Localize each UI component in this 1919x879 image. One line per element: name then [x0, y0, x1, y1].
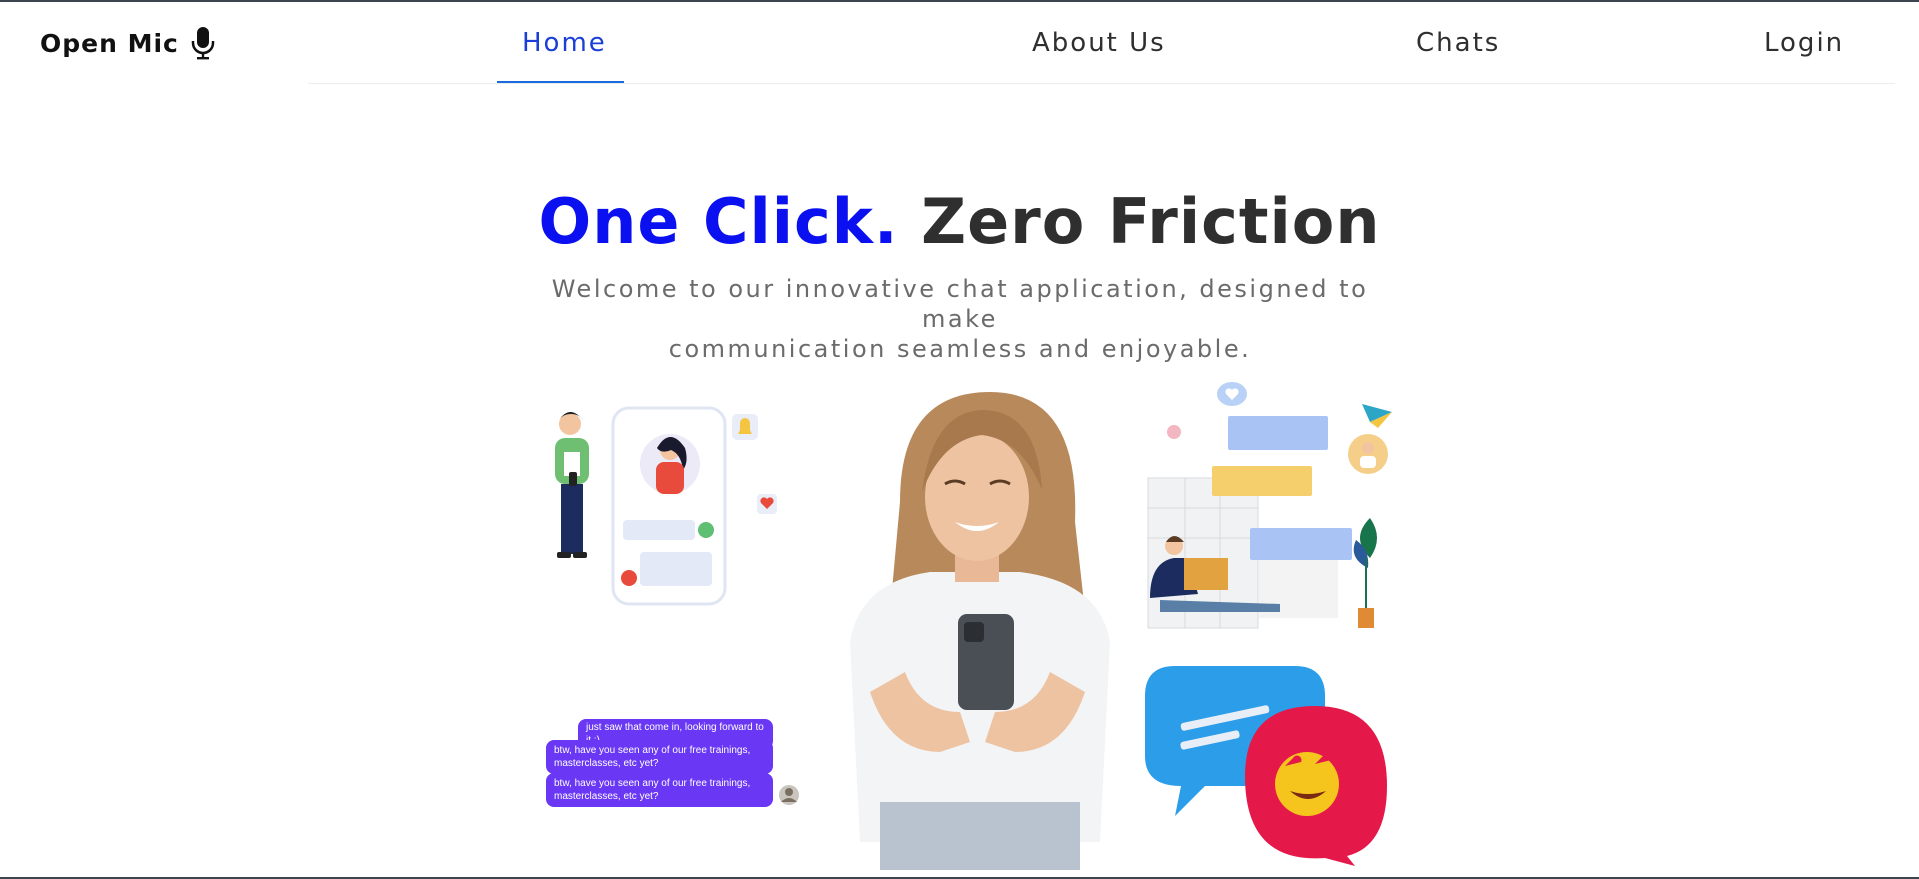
people-phone-illustration	[555, 406, 777, 606]
nav-about-us[interactable]: About Us	[1032, 28, 1166, 58]
subtitle-line-1: Welcome to our innovative chat applicati…	[551, 275, 1369, 333]
brand-name: Open Mic	[40, 28, 179, 58]
hero-headline: One Click. Zero Friction	[0, 182, 1919, 262]
chat-bubbles-3d-illustration	[1145, 666, 1387, 866]
headline-accent: One Click.	[538, 185, 899, 258]
headline-rest: Zero Friction	[921, 185, 1381, 258]
nav-home[interactable]: Home	[522, 28, 607, 58]
hero-subtitle: Welcome to our innovative chat applicati…	[510, 274, 1410, 364]
chat-message: btw, have you seen any of our free train…	[546, 773, 773, 807]
woman-with-phone-photo	[850, 392, 1110, 870]
nav-login[interactable]: Login	[1764, 28, 1844, 58]
chat-collage-illustration	[1147, 382, 1392, 629]
brand-logo[interactable]: Open Mic	[40, 26, 215, 60]
microphone-icon	[191, 27, 215, 60]
nav-active-indicator	[497, 81, 624, 83]
chat-message: btw, have you seen any of our free train…	[546, 740, 773, 774]
subtitle-line-2: communication seamless and enjoyable.	[668, 335, 1252, 363]
avatar	[779, 785, 799, 805]
nav-chats[interactable]: Chats	[1416, 28, 1500, 58]
